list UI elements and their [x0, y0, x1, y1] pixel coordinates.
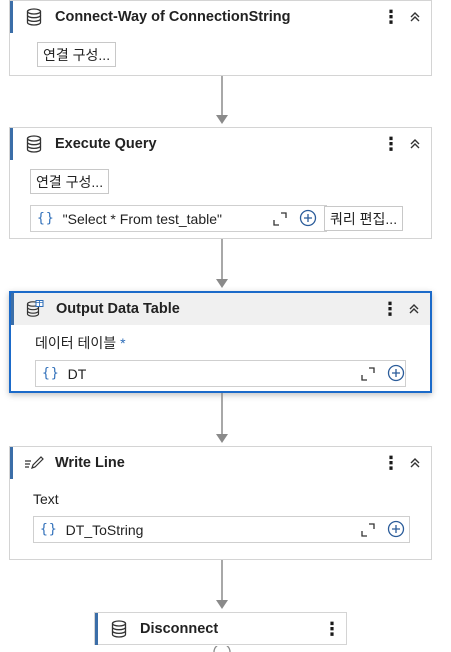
- edit-query-button[interactable]: 쿼리 편집...: [324, 206, 404, 231]
- activity-title: Write Line: [55, 455, 125, 471]
- more-options-icon[interactable]: ⋮: [378, 293, 402, 325]
- data-table-icon: [25, 299, 45, 319]
- configure-connection-button[interactable]: 연결 구성...: [37, 42, 117, 67]
- activity-disconnect[interactable]: Disconnect ⋮: [94, 612, 347, 645]
- activity-header[interactable]: Disconnect ⋮: [95, 613, 346, 645]
- database-icon: [109, 619, 129, 639]
- chevron-double-up-icon[interactable]: [403, 1, 427, 33]
- more-options-icon[interactable]: ⋮: [379, 447, 403, 479]
- expand-editor-icon[interactable]: [273, 212, 287, 226]
- expression-icon: {}: [42, 366, 60, 381]
- add-activity-icon[interactable]: [212, 646, 232, 652]
- more-options-icon[interactable]: ⋮: [379, 128, 403, 160]
- add-variable-icon[interactable]: [387, 364, 405, 382]
- activity-header[interactable]: Write Line ⋮: [10, 447, 431, 479]
- activity-connect[interactable]: Connect-Way of ConnectionString ⋮ 연결 구성.…: [9, 0, 432, 76]
- expression-icon: {}: [40, 522, 58, 537]
- activity-execute-query[interactable]: Execute Query ⋮ 연결 구성... {} "Select * Fr…: [9, 127, 432, 239]
- add-variable-icon[interactable]: [387, 520, 405, 538]
- expand-editor-icon[interactable]: [361, 367, 375, 381]
- write-line-icon: [24, 453, 44, 473]
- field-label-text: 데이터 테이블: [35, 335, 117, 351]
- chevron-double-up-icon[interactable]: [403, 447, 427, 479]
- sql-query-value: "Select * From test_table": [62, 210, 222, 227]
- text-field[interactable]: {} DT_ToString: [33, 516, 410, 543]
- activity-title: Execute Query: [55, 136, 157, 152]
- flow-connector: [216, 76, 228, 124]
- add-variable-icon[interactable]: [299, 209, 317, 227]
- database-icon: [24, 7, 44, 27]
- activity-header[interactable]: Output Data Table ⋮: [11, 293, 430, 325]
- field-label: Text: [33, 491, 59, 507]
- configure-connection-button[interactable]: 연결 구성...: [30, 169, 110, 194]
- activity-header[interactable]: Execute Query ⋮: [10, 128, 431, 160]
- more-options-icon[interactable]: ⋮: [379, 1, 403, 33]
- text-value: DT_ToString: [65, 521, 144, 538]
- sql-query-field[interactable]: {} "Select * From test_table": [30, 205, 327, 232]
- chevron-double-up-icon[interactable]: [403, 128, 427, 160]
- database-icon: [24, 134, 44, 154]
- flow-connector: [216, 393, 228, 443]
- flow-connector: [216, 239, 228, 288]
- data-table-field[interactable]: {} DT: [35, 360, 406, 387]
- activity-write-line[interactable]: Write Line ⋮ Text {} DT_ToString: [9, 446, 432, 560]
- required-marker: *: [120, 335, 126, 351]
- activity-title: Output Data Table: [56, 301, 180, 317]
- expression-icon: {}: [37, 211, 55, 226]
- chevron-double-up-icon[interactable]: [402, 293, 426, 325]
- field-label: 데이터 테이블 *: [35, 333, 126, 353]
- activity-header[interactable]: Connect-Way of ConnectionString ⋮: [10, 1, 431, 33]
- data-table-value: DT: [67, 365, 87, 382]
- activity-title: Disconnect: [140, 621, 219, 637]
- more-options-icon[interactable]: ⋮: [320, 613, 344, 645]
- expand-editor-icon[interactable]: [361, 523, 375, 537]
- activity-title: Connect-Way of ConnectionString: [55, 9, 291, 25]
- flow-connector: [216, 560, 228, 609]
- activity-output-data-table[interactable]: Output Data Table ⋮ 데이터 테이블 * {} DT: [9, 291, 432, 393]
